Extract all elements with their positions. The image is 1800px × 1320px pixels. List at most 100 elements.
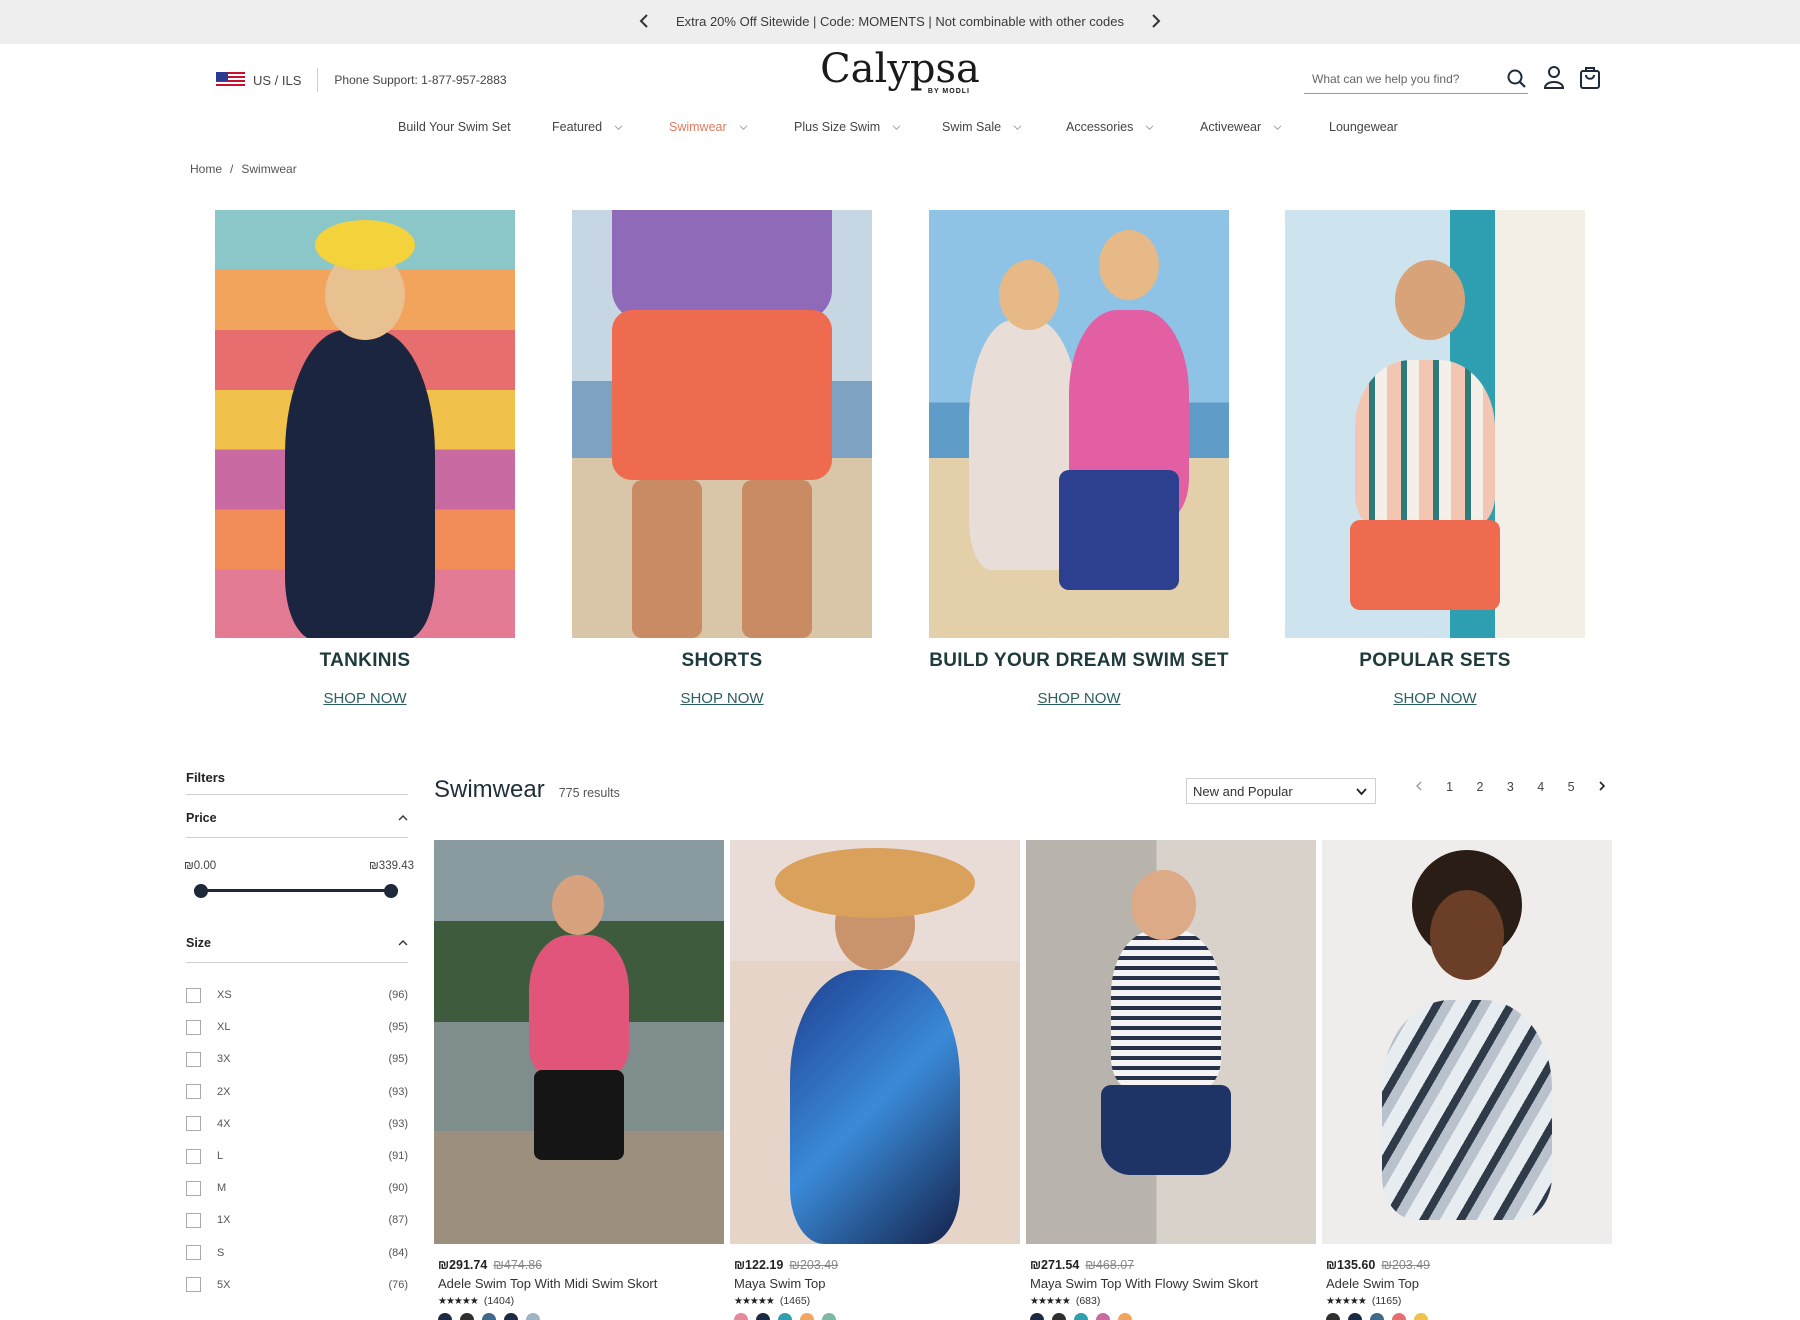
nav-build-your-swim-set[interactable]: Build Your Swim Set: [398, 120, 511, 134]
color-swatch[interactable]: [482, 1313, 496, 1320]
shop-now-link[interactable]: SHOP NOW: [1285, 690, 1585, 707]
price-slider-min-handle[interactable]: [194, 884, 208, 898]
category-image[interactable]: [572, 210, 872, 638]
color-swatch[interactable]: [526, 1313, 540, 1320]
search-input[interactable]: [1304, 66, 1484, 92]
page-4[interactable]: 4: [1526, 780, 1556, 794]
nav-swimwear[interactable]: Swimwear: [669, 120, 748, 134]
figure-shape: [1382, 1000, 1552, 1220]
color-swatch[interactable]: [734, 1313, 748, 1320]
price-original: ₪474.86: [493, 1258, 543, 1272]
checkbox[interactable]: [186, 1019, 201, 1035]
color-swatch[interactable]: [1392, 1313, 1406, 1320]
cart-icon[interactable]: [1577, 64, 1603, 90]
category-tile-shorts[interactable]: SHORTS SHOP NOW: [572, 210, 872, 707]
checkbox[interactable]: [186, 1212, 201, 1228]
size-option-xs[interactable]: XS (96): [186, 979, 408, 1011]
nav-loungewear[interactable]: Loungewear: [1329, 120, 1398, 134]
product-image[interactable]: [1026, 840, 1316, 1244]
checkbox[interactable]: [186, 1277, 201, 1293]
color-swatch[interactable]: [504, 1313, 518, 1320]
size-filter-toggle[interactable]: Size: [186, 936, 408, 963]
category-tile-build-your-dream-swim-set[interactable]: BUILD YOUR DREAM SWIM SET SHOP NOW: [929, 210, 1229, 707]
product-name[interactable]: Adele Swim Top With Midi Swim Skort: [438, 1276, 724, 1291]
size-option-s[interactable]: S (84): [186, 1237, 408, 1269]
price-filter-toggle[interactable]: Price: [186, 811, 408, 838]
pagination-prev-button[interactable]: [1404, 780, 1434, 794]
product-image[interactable]: [730, 840, 1020, 1244]
price-slider[interactable]: [194, 884, 398, 898]
search-icon[interactable]: [1506, 68, 1528, 90]
page-5[interactable]: 5: [1556, 780, 1586, 794]
color-swatch[interactable]: [1074, 1313, 1088, 1320]
category-image[interactable]: [1285, 210, 1585, 638]
product-card[interactable]: ₪122.19 ₪203.49 Maya Swim Top ★★★★★ (1465): [730, 840, 1020, 1320]
nav-activewear[interactable]: Activewear: [1200, 120, 1282, 134]
product-card[interactable]: ₪271.54 ₪468.07 Maya Swim Top With Flowy …: [1026, 840, 1316, 1320]
color-swatch[interactable]: [1052, 1313, 1066, 1320]
checkbox[interactable]: [186, 1148, 201, 1164]
shop-now-link[interactable]: SHOP NOW: [572, 690, 872, 707]
color-swatch[interactable]: [1348, 1313, 1362, 1320]
account-icon[interactable]: [1541, 64, 1567, 90]
nav-plus-size-swim[interactable]: Plus Size Swim: [794, 120, 901, 134]
product-card[interactable]: ₪291.74 ₪474.86 Adele Swim Top With Midi …: [434, 840, 724, 1320]
site-logo[interactable]: Calypsa BY MODLI: [820, 46, 980, 95]
category-title: POPULAR SETS: [1359, 650, 1511, 671]
shop-now-link[interactable]: SHOP NOW: [929, 690, 1229, 707]
page-2[interactable]: 2: [1465, 780, 1495, 794]
product-image[interactable]: [1322, 840, 1612, 1244]
shop-now-link[interactable]: SHOP NOW: [215, 690, 515, 707]
size-option-5x[interactable]: 5X (76): [186, 1269, 408, 1301]
color-swatch[interactable]: [822, 1313, 836, 1320]
color-swatch[interactable]: [460, 1313, 474, 1320]
category-tile-popular-sets[interactable]: POPULAR SETS SHOP NOW: [1285, 210, 1585, 707]
checkbox[interactable]: [186, 1084, 201, 1100]
size-option-xl[interactable]: XL (95): [186, 1011, 408, 1043]
color-swatch[interactable]: [1118, 1313, 1132, 1320]
size-option-2x[interactable]: 2X (93): [186, 1076, 408, 1108]
color-swatch[interactable]: [438, 1313, 452, 1320]
announcement-next-button[interactable]: [1144, 9, 1168, 33]
category-image[interactable]: [929, 210, 1229, 638]
nav-accessories[interactable]: Accessories: [1066, 120, 1154, 134]
nav-swim-sale[interactable]: Swim Sale: [942, 120, 1022, 134]
product-name[interactable]: Maya Swim Top: [734, 1276, 1020, 1291]
color-swatches: [1326, 1313, 1612, 1320]
color-swatch[interactable]: [1096, 1313, 1110, 1320]
checkbox[interactable]: [186, 1180, 201, 1196]
sort-select[interactable]: New and Popular: [1186, 778, 1376, 804]
size-option-4x[interactable]: 4X (93): [186, 1108, 408, 1140]
phone-support[interactable]: Phone Support: 1-877-957-2883: [334, 73, 506, 87]
size-option-1x[interactable]: 1X (87): [186, 1204, 408, 1236]
product-name[interactable]: Adele Swim Top: [1326, 1276, 1612, 1291]
color-swatch[interactable]: [756, 1313, 770, 1320]
checkbox[interactable]: [186, 1051, 201, 1067]
color-swatch[interactable]: [778, 1313, 792, 1320]
color-swatch[interactable]: [1030, 1313, 1044, 1320]
size-option-m[interactable]: M (90): [186, 1172, 408, 1204]
color-swatch[interactable]: [1414, 1313, 1428, 1320]
color-swatch[interactable]: [800, 1313, 814, 1320]
locale-selector[interactable]: US / ILS: [253, 73, 301, 88]
breadcrumb-home[interactable]: Home: [190, 162, 222, 176]
product-name[interactable]: Maya Swim Top With Flowy Swim Skort: [1030, 1276, 1316, 1291]
size-option-l[interactable]: L (91): [186, 1140, 408, 1172]
nav-featured[interactable]: Featured: [552, 120, 623, 134]
checkbox[interactable]: [186, 1245, 201, 1261]
page-1[interactable]: 1: [1434, 780, 1464, 794]
color-swatch[interactable]: [1326, 1313, 1340, 1320]
color-swatch[interactable]: [1370, 1313, 1384, 1320]
category-image[interactable]: [215, 210, 515, 638]
us-flag-icon[interactable]: [216, 72, 245, 88]
category-tile-tankinis[interactable]: TANKINIS SHOP NOW: [215, 210, 515, 707]
page-3[interactable]: 3: [1495, 780, 1525, 794]
checkbox[interactable]: [186, 987, 201, 1003]
product-card[interactable]: ₪135.60 ₪203.49 Adele Swim Top ★★★★★ (1165…: [1322, 840, 1612, 1320]
product-image[interactable]: [434, 840, 724, 1244]
price-slider-max-handle[interactable]: [384, 884, 398, 898]
size-count: (93): [388, 1085, 408, 1098]
pagination-next-button[interactable]: [1586, 780, 1616, 794]
size-option-3x[interactable]: 3X (95): [186, 1043, 408, 1075]
checkbox[interactable]: [186, 1116, 201, 1132]
